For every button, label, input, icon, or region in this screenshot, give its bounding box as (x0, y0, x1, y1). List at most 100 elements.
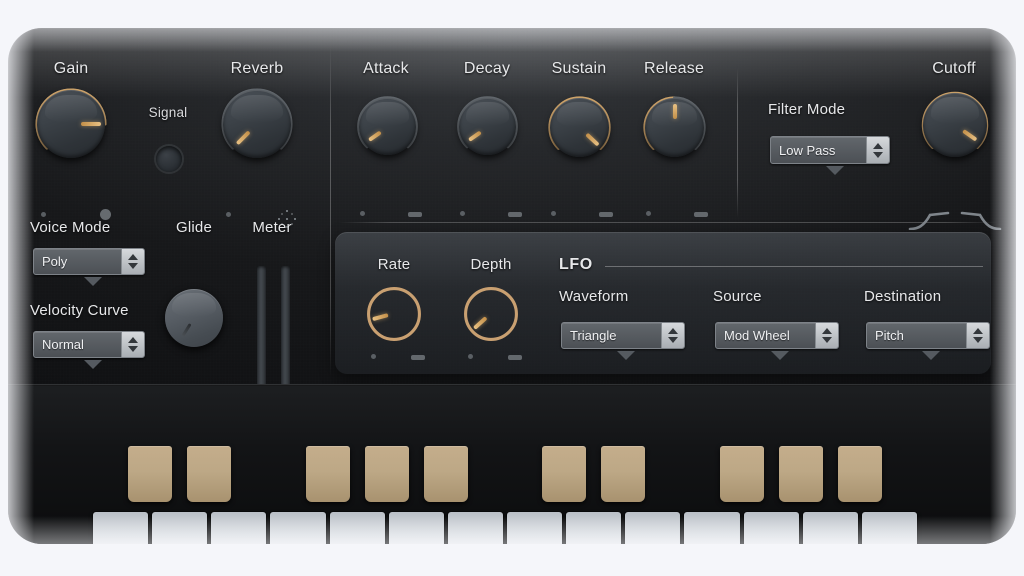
signal-led (156, 146, 182, 172)
decay-label: Decay (463, 60, 511, 77)
velocity-curve-caret-icon (84, 360, 102, 369)
black-key[interactable] (837, 446, 882, 502)
black-key[interactable] (305, 446, 350, 502)
cutoff-curve-right-icon (960, 211, 1002, 230)
release-foot-dash (694, 212, 708, 217)
meter-label: Meter (252, 219, 292, 236)
release-knob[interactable] (637, 90, 712, 165)
decay-foot-dash (508, 212, 522, 217)
device-top-sheen (8, 28, 1016, 98)
white-key[interactable] (270, 512, 326, 544)
attack-label: Attack (363, 60, 409, 77)
white-key[interactable] (93, 512, 149, 544)
lfo-waveform-caret-icon (617, 351, 635, 360)
white-key[interactable] (566, 512, 622, 544)
white-key[interactable] (743, 512, 799, 544)
glide-knob[interactable] (165, 289, 223, 347)
lfo-depth-foot-dot (468, 354, 473, 359)
voice-mode-caret-icon (84, 277, 102, 286)
lfo-source-label: Source (713, 288, 762, 305)
voice-mode-stepper[interactable] (121, 249, 144, 274)
filter-mode-select[interactable]: Low Pass (770, 136, 890, 164)
sustain-foot-dot (551, 211, 556, 216)
black-key[interactable] (542, 446, 587, 502)
black-key[interactable] (128, 446, 173, 502)
glide-label: Glide (175, 219, 213, 236)
lfo-source-stepper[interactable] (815, 323, 838, 348)
cutoff-curve-left-icon (908, 211, 950, 230)
cutoff-label: Cutoff (932, 60, 976, 77)
gain-foot-dot (41, 212, 46, 217)
lfo-waveform-select[interactable]: Triangle (561, 322, 685, 349)
lfo-depth-label: Depth (470, 256, 512, 273)
velocity-curve-stepper[interactable] (121, 332, 144, 357)
velocity-curve-select[interactable]: Normal (33, 331, 145, 358)
meter-bar-right (281, 266, 290, 394)
white-key[interactable] (802, 512, 858, 544)
reverb-foot-dot (226, 212, 231, 217)
release-label: Release (643, 60, 705, 77)
white-key[interactable] (861, 512, 917, 544)
white-key[interactable] (684, 512, 740, 544)
divider-horizontal-lower (338, 222, 998, 223)
lfo-destination-stepper[interactable] (966, 323, 989, 348)
white-key[interactable] (211, 512, 267, 544)
meter-bar-left (257, 266, 266, 394)
lfo-depth-foot-dash (508, 355, 522, 360)
lfo-destination-label: Destination (864, 288, 942, 305)
divider-vertical-left (330, 46, 331, 376)
white-key[interactable] (329, 512, 385, 544)
voice-mode-select[interactable]: Poly (33, 248, 145, 275)
black-key[interactable] (187, 446, 232, 502)
lfo-rate-foot-dot (371, 354, 376, 359)
black-key[interactable] (423, 446, 468, 502)
reverb-label: Reverb (230, 60, 284, 77)
cutoff-knob[interactable] (915, 85, 995, 165)
white-key[interactable] (388, 512, 444, 544)
lfo-rate-foot-dash (411, 355, 425, 360)
lfo-depth-knob[interactable] (460, 283, 522, 345)
white-key[interactable] (507, 512, 563, 544)
lfo-waveform-label: Waveform (559, 288, 629, 305)
white-key[interactable] (152, 512, 208, 544)
filter-mode-value: Low Pass (779, 142, 836, 158)
white-key[interactable] (625, 512, 681, 544)
black-key[interactable] (601, 446, 646, 502)
lfo-rate-knob[interactable] (363, 283, 425, 345)
sustain-foot-dash (599, 212, 613, 217)
lfo-destination-caret-icon (922, 351, 940, 360)
black-key[interactable] (778, 446, 823, 502)
divider-vertical-filter (737, 68, 738, 218)
filter-mode-caret-icon (826, 166, 844, 175)
attack-foot-dot (360, 211, 365, 216)
black-key[interactable] (719, 446, 764, 502)
decay-knob[interactable] (451, 90, 524, 163)
gain-knob[interactable] (28, 81, 114, 167)
attack-foot-dash (408, 212, 422, 217)
attack-knob[interactable] (351, 90, 424, 163)
black-key[interactable] (364, 446, 409, 502)
reverb-knob[interactable] (214, 81, 300, 167)
lfo-waveform-value: Triangle (570, 328, 617, 343)
white-key[interactable] (447, 512, 503, 544)
velocity-curve-label: Velocity Curve (30, 302, 129, 319)
lfo-title-rule (605, 266, 983, 267)
lfo-depth-knob-arc (464, 287, 518, 341)
lfo-source-select[interactable]: Mod Wheel (715, 322, 839, 349)
filter-mode-stepper[interactable] (866, 137, 889, 163)
lfo-rate-label: Rate (377, 256, 411, 273)
synth-screenshot: Gain Signal Reverb Voice Mode Poly Veloc… (0, 0, 1024, 576)
voice-mode-label: Voice Mode (30, 219, 111, 236)
lfo-waveform-stepper[interactable] (661, 323, 684, 348)
filter-mode-label: Filter Mode (768, 101, 846, 118)
sustain-knob[interactable] (542, 90, 617, 165)
signal-label: Signal (148, 105, 188, 120)
lfo-rate-knob-arc (367, 287, 421, 341)
keyboard (8, 384, 1016, 544)
release-foot-dot (646, 211, 651, 216)
lfo-destination-select[interactable]: Pitch (866, 322, 990, 349)
decay-foot-dot (460, 211, 465, 216)
lfo-source-caret-icon (771, 351, 789, 360)
voice-mode-value: Poly (42, 254, 68, 269)
lfo-destination-value: Pitch (875, 328, 904, 343)
